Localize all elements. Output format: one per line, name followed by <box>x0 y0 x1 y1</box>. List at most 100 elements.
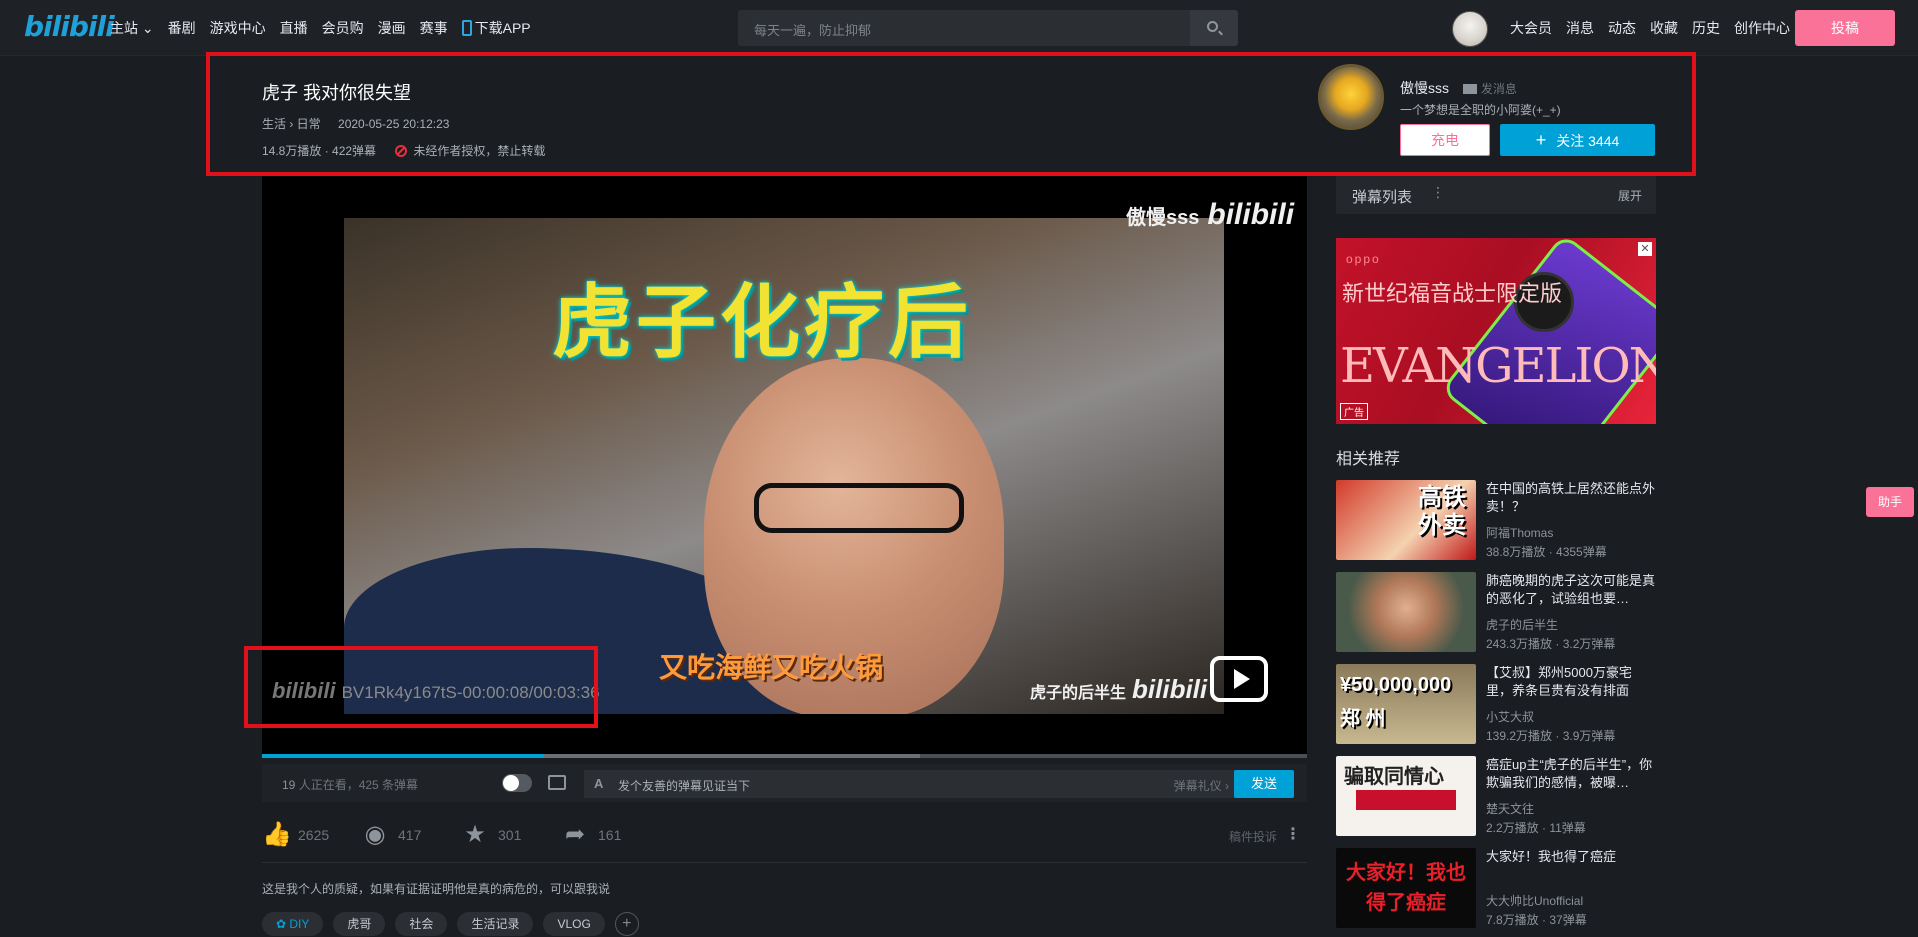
video-person-glasses <box>754 483 964 533</box>
share-icon: ➦ <box>564 821 586 848</box>
related-item[interactable]: 大家好！我也得了癌症 大家好！我也得了癌症 大大帅比Unofficial 7.8… <box>1336 848 1656 930</box>
video-caption-main: 虎子化疗后 <box>552 278 972 367</box>
related-title-text: 肺癌晚期的虎子这次可能是真的恶化了，试验组也要… <box>1486 573 1656 606</box>
coin-icon: ◉ <box>364 821 386 848</box>
close-icon[interactable]: ✕ <box>1638 242 1652 256</box>
tag-list: ✿ DIY 虎哥 社会 生活记录 VLOG + <box>262 912 639 936</box>
danmaku-style-icon[interactable]: A <box>594 776 603 791</box>
helper-button[interactable]: 助手 <box>1866 487 1914 517</box>
danmaku-toggle[interactable] <box>502 774 532 792</box>
related-stats: 139.2万播放 · 3.9万弹幕 <box>1486 729 1616 743</box>
related-title-text: 【艾叔】郑州5000万豪宅里，养条巨贵有没有排面 <box>1486 665 1632 698</box>
danmaku-list-title: 弹幕列表 <box>1352 189 1413 206</box>
related-author[interactable]: 阿福Thomas <box>1486 524 1553 541</box>
tag-society[interactable]: 社会 <box>395 912 448 936</box>
nav-game-center[interactable]: 游戏中心 <box>210 18 266 38</box>
related-author[interactable]: 大大帅比Unofficial <box>1486 892 1583 909</box>
ad-headline: 新世纪福音战士限定版 <box>1342 282 1563 307</box>
nav-download-app[interactable]: 下载APP <box>461 18 531 38</box>
watermark-bottom: 虎子的后半生 bilibili <box>1030 674 1208 704</box>
danmaku-send-button[interactable]: 发送 <box>1234 770 1294 798</box>
related-thumbnail: ¥50,000,000 郑 州 <box>1336 664 1476 744</box>
ad-brand: oppo <box>1346 252 1381 266</box>
favorite-button[interactable]: ★ 301 <box>462 822 521 848</box>
danmaku-list-header[interactable]: 弹幕列表 ⋮ 展开 <box>1336 176 1656 214</box>
progress-bar[interactable] <box>262 754 1307 758</box>
ad-product: EVANGELION ACE2 <box>1340 338 1656 394</box>
danmaku-settings-icon[interactable] <box>548 775 566 790</box>
related-author[interactable]: 虎子的后半生 <box>1486 616 1558 633</box>
nav-esports[interactable]: 赛事 <box>420 18 448 38</box>
search-box: 每天一遍，防止抑郁 <box>738 10 1238 46</box>
nav-member-shop[interactable]: 会员购 <box>322 18 364 38</box>
related-title-text: 大家好！我也得了癌症 <box>1486 849 1617 864</box>
related-item[interactable]: 高铁外卖 在中国的高铁上居然还能点外卖！？ 阿福Thomas 38.8万播放 ·… <box>1336 480 1656 562</box>
related-author[interactable]: 小艾大叔 <box>1486 708 1534 725</box>
related-title-text: 在中国的高铁上居然还能点外卖！？ <box>1486 481 1656 514</box>
highlight-box-header <box>206 52 1696 176</box>
search-icon <box>1207 21 1218 32</box>
related-item[interactable]: 骗取同情心 癌症up主“虎子的后半生”，你欺骗我们的感情，被曝… 楚天文往 2.… <box>1336 756 1656 838</box>
tag-life-record[interactable]: 生活记录 <box>457 912 534 936</box>
coin-button[interactable]: ◉ 417 <box>362 821 422 848</box>
nav-history[interactable]: 历史 <box>1692 18 1720 38</box>
top-navbar: bilibili 主站 ⌄ 番剧 游戏中心 直播 会员购 漫画 赛事 下载APP… <box>0 0 1918 56</box>
related-item[interactable]: 肺癌晚期的虎子这次可能是真的恶化了，试验组也要… 虎子的后半生 243.3万播放… <box>1336 572 1656 654</box>
related-item[interactable]: ¥50,000,000 郑 州 【艾叔】郑州5000万豪宅里，养条巨贵有没有排面… <box>1336 664 1656 746</box>
related-thumbnail <box>1336 572 1476 652</box>
video-caption-sub: 又吃海鲜又吃火锅 <box>659 652 884 683</box>
related-title: 相关推荐 <box>1336 451 1401 468</box>
more-icon[interactable]: ⋮ <box>1285 824 1301 844</box>
watching-info: 19 人正在看，425 条弹幕 <box>282 778 419 792</box>
nav-messages[interactable]: 消息 <box>1566 18 1594 38</box>
like-icon: 👍 <box>262 821 292 848</box>
action-bar: 👍 2625 ◉ 417 ★ 301 ➦ 161 稿件投诉 ⋮ <box>262 822 1307 862</box>
like-button[interactable]: 👍 2625 <box>262 822 329 848</box>
search-button[interactable] <box>1190 10 1238 46</box>
user-avatar[interactable] <box>1452 11 1488 47</box>
bilibili-logo[interactable]: bilibili <box>24 10 115 43</box>
share-button[interactable]: ➦ 161 <box>562 822 621 848</box>
danmaku-placeholder: 发个友善的弹幕见证当下 <box>618 779 751 793</box>
nav-manga[interactable]: 漫画 <box>378 18 406 38</box>
related-author[interactable]: 楚天文往 <box>1486 800 1534 817</box>
related-thumbnail: 高铁外卖 <box>1336 480 1476 560</box>
kebab-icon[interactable]: ⋮ <box>1431 184 1445 201</box>
bilibili-tv-icon <box>1210 656 1268 702</box>
nav-favorites[interactable]: 收藏 <box>1650 18 1678 38</box>
user-nav: 大会员 消息 动态 收藏 历史 创作中心 <box>1510 18 1790 38</box>
add-tag-button[interactable]: + <box>614 912 639 936</box>
tag-diy[interactable]: ✿ DIY <box>262 912 324 936</box>
danmaku-input[interactable]: A 发个友善的弹幕见证当下 弹幕礼仪 › <box>584 770 1239 798</box>
ad-banner[interactable]: oppo 新世纪福音战士限定版 EVANGELION ACE2 广告 ✕ <box>1336 238 1656 424</box>
tag-vlog[interactable]: VLOG <box>543 912 605 936</box>
report-link[interactable]: 稿件投诉 <box>1229 828 1277 845</box>
star-icon: ★ <box>464 821 486 848</box>
nav-creator-center[interactable]: 创作中心 <box>1734 18 1790 38</box>
highlight-box-bv <box>244 646 598 728</box>
nav-live[interactable]: 直播 <box>280 18 308 38</box>
ad-badge: 广告 <box>1340 403 1368 420</box>
related-stats: 243.3万播放 · 3.2万弹幕 <box>1486 637 1616 651</box>
thumbnail-red-stripe <box>1356 790 1456 810</box>
progress-played <box>262 754 544 758</box>
phone-icon <box>461 20 472 36</box>
tag-huge[interactable]: 虎哥 <box>333 912 386 936</box>
related-stats: 2.2万播放 · 11弹幕 <box>1486 821 1586 835</box>
nav-dynamics[interactable]: 动态 <box>1608 18 1636 38</box>
related-thumbnail: 骗取同情心 <box>1336 756 1476 836</box>
search-input[interactable]: 每天一遍，防止抑郁 <box>754 20 871 39</box>
main-nav: 主站 ⌄ 番剧 游戏中心 直播 会员购 漫画 赛事 下载APP <box>110 18 531 38</box>
nav-bangumi[interactable]: 番剧 <box>168 18 196 38</box>
upload-button[interactable]: 投稿 <box>1795 10 1895 46</box>
progress-buffered <box>544 754 920 758</box>
nav-main-site[interactable]: 主站 ⌄ <box>110 18 154 38</box>
expand-link[interactable]: 展开 <box>1618 187 1642 204</box>
related-stats: 38.8万播放 · 4355弹幕 <box>1486 545 1607 559</box>
divider <box>262 862 1307 863</box>
video-description: 这是我个人的质疑，如果有证据证明他是真的病危的，可以跟我说 <box>262 882 611 896</box>
danmaku-etiquette-link[interactable]: 弹幕礼仪 › <box>1174 777 1229 794</box>
watermark-top: 傲慢sss bilibili <box>1126 198 1295 231</box>
nav-vip[interactable]: 大会员 <box>1510 18 1552 38</box>
related-stats: 7.8万播放 · 37弹幕 <box>1486 913 1587 927</box>
